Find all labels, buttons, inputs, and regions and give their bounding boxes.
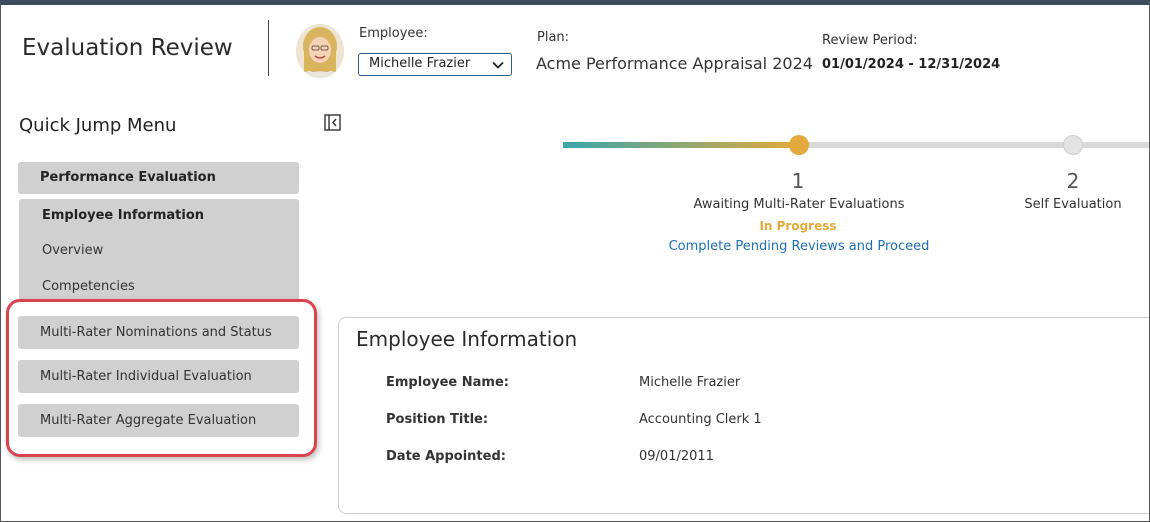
step-2-name: Self Evaluation: [1024, 197, 1122, 212]
quick-jump-title: Quick Jump Menu: [19, 115, 177, 136]
step-1-number: 1: [791, 169, 805, 193]
position-title-value: Accounting Clerk 1: [639, 412, 762, 427]
header-divider: [268, 20, 269, 76]
plan-label: Plan:: [537, 30, 570, 45]
employee-information-submenu: Employee Information Overview Competenci…: [19, 199, 299, 301]
step-2-number: 2: [1066, 169, 1080, 193]
employee-select[interactable]: Michelle Frazier: [358, 53, 512, 76]
performance-evaluation-group: Performance Evaluation Employee Informat…: [18, 162, 299, 301]
callout-highlight: [6, 299, 317, 457]
review-period-label: Review Period:: [822, 33, 918, 48]
menu-employee-information[interactable]: Employee Information: [42, 208, 204, 223]
employee-label: Employee:: [359, 26, 428, 41]
employee-name-label: Employee Name:: [386, 375, 509, 390]
step-1-status: In Progress: [759, 219, 837, 233]
step-1-marker: [789, 135, 809, 155]
menu-performance-evaluation[interactable]: Performance Evaluation: [18, 162, 299, 194]
employee-info-title: Employee Information: [356, 327, 578, 351]
date-appointed-label: Date Appointed:: [386, 449, 506, 464]
step-2-marker: [1063, 135, 1083, 155]
position-title-label: Position Title:: [386, 412, 489, 427]
employee-avatar: [296, 24, 344, 78]
date-appointed-value: 09/01/2011: [639, 449, 714, 464]
page-title: Evaluation Review: [22, 35, 233, 61]
progress-track-remaining: [799, 142, 1149, 148]
progress-track-complete: [563, 142, 799, 148]
menu-competencies[interactable]: Competencies: [42, 279, 135, 294]
complete-pending-reviews-link[interactable]: Complete Pending Reviews and Proceed: [661, 239, 937, 254]
employee-name-value: Michelle Frazier: [639, 375, 741, 390]
step-1-name: Awaiting Multi-Rater Evaluations: [693, 197, 905, 212]
menu-overview[interactable]: Overview: [42, 243, 103, 258]
chevron-down-icon: [491, 58, 505, 72]
employee-select-value: Michelle Frazier: [369, 56, 471, 71]
app-window: Evaluation Review Employee: Michelle Fra…: [0, 0, 1150, 522]
plan-value: Acme Performance Appraisal 2024: [536, 54, 813, 73]
collapse-sidebar-icon[interactable]: [324, 114, 341, 131]
review-period-value: 01/01/2024 - 12/31/2024: [822, 57, 1001, 72]
